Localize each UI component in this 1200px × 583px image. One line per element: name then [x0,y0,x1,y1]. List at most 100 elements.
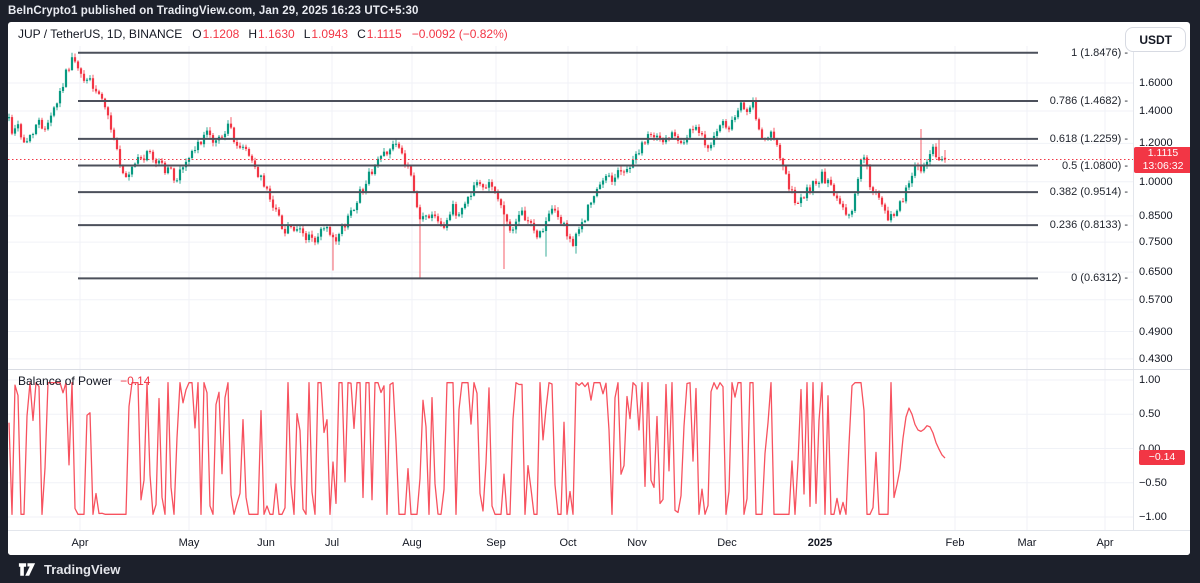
candle-body [74,57,76,61]
candle-body [230,124,232,128]
candle-body [620,170,622,171]
candle-body [260,175,262,176]
candle-body [824,172,826,184]
candle-body [323,228,325,229]
candle-body [575,234,577,246]
candle-body [542,231,544,232]
candle-body [809,187,811,191]
candle-body [842,204,844,208]
candle-body [374,166,376,174]
candle-body [197,142,199,150]
candle-body [890,214,892,220]
indicator-value: −0.14 [120,374,150,388]
candle-body [176,180,178,181]
candle-body [77,62,79,69]
currency-button[interactable]: USDT [1125,27,1186,52]
candle-body [431,215,433,219]
candle-body [464,204,466,208]
candle-body [887,211,889,221]
candle-body [437,216,439,221]
candle-body [248,149,250,156]
candle-body [731,120,733,130]
candle-body [368,172,370,184]
candle-body [770,132,772,138]
indicator-value-badge: −0.14 [1139,450,1185,465]
candle-body [113,130,115,139]
candle-body [929,154,931,162]
candle-body [353,210,355,211]
ohlc-field-value: 1.1115 [367,27,402,41]
candle-body [110,115,112,129]
candle-body [743,103,745,110]
candle-body [122,166,124,173]
time-axis[interactable]: AprMayJunJulAugSepOctNovDec2025FebMarApr [8,530,1190,555]
time-tick-label: Jul [325,537,339,549]
candle-body [11,117,13,134]
candle-body [245,147,247,149]
candle-body [329,227,331,235]
candle-body [818,183,820,184]
candle-body [308,234,310,240]
candle-body [551,209,553,214]
ohlc-field-label: O [192,27,201,41]
candle-body [293,227,295,231]
price-tick-label: 0.8500 [1139,210,1173,222]
candle-body [167,167,169,173]
price-tick-label: 0.5700 [1139,294,1173,306]
candle-body [146,151,148,160]
candle-body [671,132,673,138]
candle-body [689,129,691,137]
candle-body [626,169,628,172]
chart-canvas[interactable] [8,46,1133,530]
candle-body [179,169,181,180]
candle-body [371,172,373,174]
candle-body [164,163,166,173]
candle-body [428,216,430,219]
pane-separator[interactable] [8,369,1190,370]
tradingview-logo-icon[interactable] [18,562,36,577]
candle-body [758,119,760,129]
candle-body [80,68,82,73]
symbol-name[interactable]: JUP / TetherUS, 1D, BINANCE [18,27,182,41]
candle-body [20,124,22,137]
candle-body [395,144,397,145]
symbol-legend: JUP / TetherUS, 1D, BINANCE O1.1208H1.16… [18,22,508,46]
candle-body [527,220,529,221]
candle-body [119,149,121,166]
candle-body [326,227,328,228]
candle-body [446,220,448,228]
candle-body [314,238,316,243]
candle-body [503,205,505,214]
bar-countdown: 13:06:32 [1134,160,1190,173]
candle-body [881,198,883,205]
candle-body [335,237,337,241]
candle-body [284,229,286,234]
candle-body [476,182,478,185]
candle-body [836,196,838,199]
candle-body [263,175,265,186]
candle-body [101,94,103,99]
candle-body [320,229,322,237]
brand-name[interactable]: TradingView [44,562,120,577]
candle-body [908,183,910,187]
candle-body [14,128,16,133]
ohlc-values: O1.1208H1.1630L1.0943C1.1115 [192,27,401,41]
time-tick-label: Dec [717,537,737,549]
candle-body [266,187,268,189]
candle-body [53,107,55,115]
candle-body [617,170,619,177]
candle-body [716,131,718,136]
candle-body [644,142,646,143]
ohlc-field: C1.1115 [357,27,402,41]
candle-body [536,231,538,238]
candle-body [62,87,64,91]
time-tick-label: May [179,537,200,549]
candle-body [467,197,469,204]
indicator-title[interactable]: Balance of Power [18,374,112,388]
candle-body [449,214,451,220]
candle-body [722,121,724,125]
candle-body [920,166,922,171]
candle-body [893,214,895,216]
candle-body [38,120,40,125]
candle-body [839,198,841,203]
